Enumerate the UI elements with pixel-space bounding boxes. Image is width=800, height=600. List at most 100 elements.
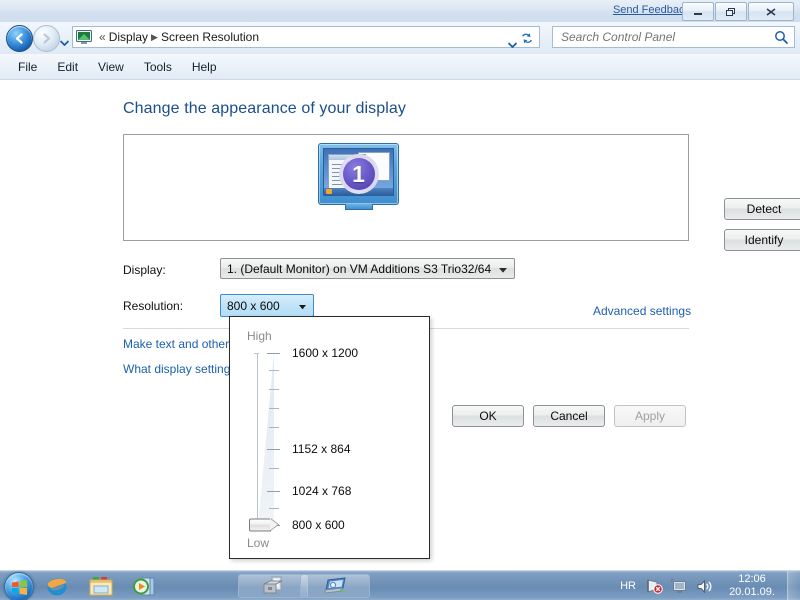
resolution-option-1600x1200[interactable]: 1600 x 1200 — [292, 346, 358, 360]
taskbar-clock[interactable]: 12:06 20.01.09. — [721, 573, 783, 599]
slider-tick-minor — [269, 426, 279, 428]
refresh-button[interactable] — [518, 30, 535, 46]
tray-language-indicator[interactable]: HR — [620, 580, 636, 592]
address-bar-row: « Display ▶ Screen Resolution — [0, 22, 800, 55]
resolution-label: Resolution: — [123, 299, 184, 313]
display-select-chevron — [499, 262, 507, 276]
close-button[interactable] — [748, 2, 794, 21]
search-box[interactable] — [552, 26, 795, 48]
vm-additions-icon — [263, 576, 283, 594]
cancel-button[interactable]: Cancel — [533, 405, 605, 427]
display-select-value: 1. (Default Monitor) on VM Additions S3 … — [227, 261, 492, 276]
detect-button[interactable]: Detect — [724, 198, 800, 220]
slider-track-taper — [258, 353, 274, 525]
display-select[interactable]: 1. (Default Monitor) on VM Additions S3 … — [220, 258, 515, 279]
resolution-option-800x600[interactable]: 800 x 600 — [292, 518, 345, 532]
close-icon — [766, 7, 776, 16]
slider-tick-major — [267, 353, 280, 354]
window-titlebar: Send Feedback — [0, 0, 800, 23]
quick-launch-windows-explorer[interactable] — [88, 574, 114, 598]
restore-icon — [726, 7, 735, 16]
resolution-option-1024x768[interactable]: 1024 x 768 — [292, 484, 351, 498]
search-input[interactable] — [559, 29, 763, 45]
windows-start-orb-icon — [11, 579, 27, 595]
identify-button[interactable]: Identify — [724, 229, 800, 251]
slider-track-rail — [257, 353, 258, 525]
maximize-restore-button[interactable] — [715, 2, 747, 21]
page-title: Change the appearance of your display — [123, 100, 407, 117]
windows-media-player-icon — [133, 577, 155, 595]
menu-item-help[interactable]: Help — [182, 57, 227, 77]
chevron-down-icon — [507, 42, 518, 49]
main-content: Change the appearance of your display 1 — [0, 80, 800, 570]
monitor-start-button — [326, 189, 332, 194]
minimize-button[interactable] — [682, 2, 714, 21]
breadcrumb-chevrons: « — [99, 30, 106, 44]
start-button[interactable] — [4, 572, 34, 600]
system-tray: HR 12:06 20.01.09. — [620, 571, 800, 600]
resolution-select-value: 800 x 600 — [227, 298, 280, 313]
breadcrumb-screen-resolution[interactable]: Screen Resolution — [161, 30, 259, 44]
apply-button-label: Apply — [634, 409, 666, 423]
cancel-button-label: Cancel — [550, 409, 588, 423]
monitor-number-badge: 1 — [338, 154, 379, 194]
show-desktop-button[interactable] — [787, 571, 800, 600]
tray-display-button[interactable] — [671, 578, 688, 594]
forward-arrow-icon — [43, 33, 51, 44]
slider-high-label: High — [247, 329, 272, 343]
breadcrumb-arrow: ▶ — [151, 31, 158, 42]
resolution-select[interactable]: 800 x 600 — [220, 294, 314, 317]
send-feedback-link[interactable]: Send Feedback — [613, 4, 690, 16]
taskbar-button-vm-additions[interactable] — [238, 574, 308, 598]
clock-time: 12:06 — [738, 573, 766, 585]
display-preview-panel[interactable]: 1 Detect Identify — [123, 134, 800, 251]
resolution-slider[interactable]: 1600 x 1200 1152 x 864 1024 x 768 800 x 600 — [244, 346, 358, 533]
detect-button-label: Detect — [746, 202, 782, 216]
quick-launch-media-player[interactable] — [132, 574, 158, 598]
monitor-stand — [344, 204, 373, 210]
make-text-larger-link[interactable]: Make text and other — [123, 337, 229, 351]
forward-button[interactable] — [33, 25, 60, 52]
resolution-dropdown-popup[interactable]: High Low 1600 x 1200 1152 x 864 1024 x 768… — [229, 316, 430, 559]
identify-button-label: Identify — [744, 233, 784, 247]
internet-explorer-icon — [47, 578, 67, 595]
resolution-option-1152x864[interactable]: 1152 x 864 — [292, 442, 351, 456]
address-dropdown-button[interactable] — [507, 35, 518, 53]
display-tray-icon — [671, 578, 686, 593]
address-bar[interactable]: « Display ▶ Screen Resolution — [72, 26, 540, 49]
quick-launch-internet-explorer[interactable] — [44, 574, 70, 598]
ok-button-label: OK — [479, 409, 497, 423]
taskbar-button-screen-resolution[interactable] — [300, 574, 370, 598]
breadcrumb-display[interactable]: Display — [109, 30, 148, 44]
back-arrow-icon — [15, 33, 23, 44]
tray-network-button[interactable] — [646, 578, 663, 594]
minimize-icon — [694, 12, 702, 15]
menu-bar: File Edit View Tools Help — [0, 54, 800, 80]
what-display-settings-link[interactable]: What display setting — [123, 362, 230, 376]
menu-item-edit[interactable]: Edit — [47, 57, 88, 77]
slider-tick-minor — [269, 468, 279, 470]
advanced-settings-link[interactable]: Advanced settings — [593, 304, 691, 318]
slider-track-cap — [254, 353, 259, 354]
slider-tick-minor — [269, 408, 279, 410]
chevron-down-icon — [299, 304, 306, 309]
history-dropdown-button[interactable] — [59, 33, 70, 51]
slider-thumb[interactable] — [249, 518, 271, 532]
slider-tick-major — [267, 449, 280, 451]
search-button[interactable] — [774, 30, 789, 50]
menu-item-view[interactable]: View — [88, 57, 134, 77]
menu-item-file[interactable]: File — [8, 57, 47, 77]
slider-low-label: Low — [247, 536, 270, 550]
display-monitor-icon — [76, 29, 92, 44]
ok-button[interactable]: OK — [452, 405, 524, 427]
window-controls — [682, 2, 794, 21]
slider-tick-major — [267, 490, 280, 492]
slider-tick-minor — [269, 370, 279, 372]
volume-speaker-icon — [697, 579, 712, 593]
back-button[interactable] — [6, 25, 33, 52]
slider-tick-minor — [269, 507, 279, 509]
refresh-icon — [521, 32, 532, 43]
monitor-preview-icon[interactable]: 1 — [318, 143, 399, 210]
tray-volume-button[interactable] — [696, 579, 713, 594]
menu-item-tools[interactable]: Tools — [134, 57, 182, 77]
